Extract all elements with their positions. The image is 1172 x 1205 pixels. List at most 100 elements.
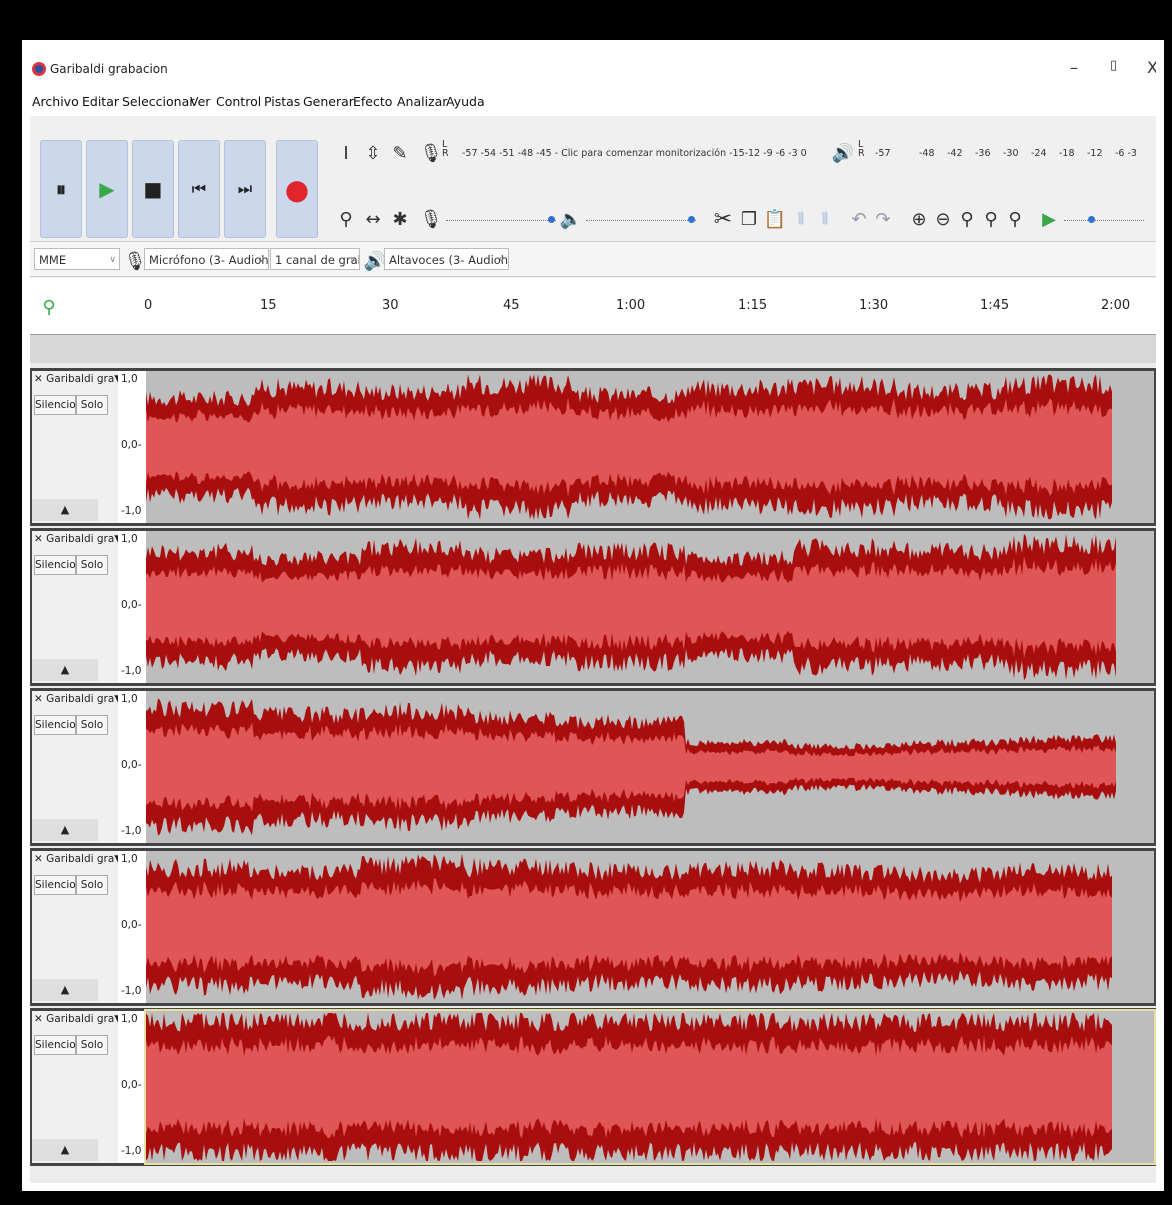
stop-button[interactable]: ■ <box>132 140 174 238</box>
solo-button[interactable]: Solo <box>76 1035 108 1055</box>
menu-seleccionar[interactable]: Seleccionar <box>122 94 194 109</box>
skip-to-start-button[interactable]: ⏮ <box>178 140 220 238</box>
close-track-icon[interactable]: ✕ <box>34 693 46 705</box>
menu-pistas[interactable]: Pistas <box>264 94 300 109</box>
mute-button[interactable]: Silencio <box>34 395 76 415</box>
solo-button[interactable]: Solo <box>76 555 108 575</box>
audio-track[interactable]: ✕ Garibaldi gra▼ Silencio Solo ▲ 1,0 0,0- -1,0 <box>30 688 1156 846</box>
playback-meter[interactable]: -57 -48 -42 -36 -30 -24 -18 -12 -6 -3 <box>875 148 1150 162</box>
track-name-menu[interactable]: ✕ Garibaldi gra▼ <box>34 853 122 865</box>
undo-icon[interactable]: ↶ <box>846 204 872 234</box>
output-device-select[interactable]: Altavoces (3- Audiohu ∨ <box>384 248 509 270</box>
menu-control[interactable]: Control <box>216 94 261 109</box>
track-name-menu[interactable]: ✕ Garibaldi gra▼ <box>34 533 122 545</box>
track-control-panel[interactable]: ✕ Garibaldi gra▼ Silencio Solo ▲ <box>32 851 122 1003</box>
input-volume-knob[interactable] <box>548 216 555 223</box>
close-track-icon[interactable]: ✕ <box>34 373 46 385</box>
window-title: Garibaldi grabacion <box>50 62 168 76</box>
menu-efecto[interactable]: Efecto <box>353 94 392 109</box>
menu-generar[interactable]: Generar <box>303 94 354 109</box>
silence-icon[interactable]: ⫼ <box>812 204 838 234</box>
audio-track[interactable]: ✕ Garibaldi gra▼ Silencio Solo ▲ 1,0 0,0- -1,0 <box>30 848 1156 1006</box>
audio-track[interactable]: ✕ Garibaldi gra▼ Silencio Solo ▲ 1,0 0,0- -1,0 <box>30 368 1156 526</box>
close-track-icon[interactable]: ✕ <box>34 1013 46 1025</box>
mute-button[interactable]: Silencio <box>34 715 76 735</box>
pause-button[interactable]: ⏸ <box>40 140 82 238</box>
zoom-out-icon[interactable]: ⊖ <box>930 204 956 234</box>
collapse-track-button[interactable]: ▲ <box>32 659 98 681</box>
mute-button[interactable]: Silencio <box>34 555 76 575</box>
cut-icon[interactable]: ✂ <box>710 204 736 234</box>
track-name-menu[interactable]: ✕ Garibaldi gra▼ <box>34 373 122 385</box>
zoom-tool-icon[interactable]: ⚲ <box>333 204 359 234</box>
waveform[interactable] <box>146 371 1154 523</box>
paste-icon[interactable]: 📋 <box>762 204 788 234</box>
output-volume-knob[interactable] <box>688 216 695 223</box>
play-speed-slider[interactable] <box>1064 220 1144 222</box>
close-track-icon[interactable]: ✕ <box>34 853 46 865</box>
input-device-select[interactable]: Micrófono (3- Audiohu ∨ <box>144 248 269 270</box>
maximize-button[interactable]: ▯ <box>1110 58 1117 73</box>
menu-ver[interactable]: Ver <box>190 94 210 109</box>
track-control-panel[interactable]: ✕ Garibaldi gra▼ Silencio Solo ▲ <box>32 691 122 843</box>
track-name-menu[interactable]: ✕ Garibaldi gra▼ <box>34 693 122 705</box>
solo-button[interactable]: Solo <box>76 715 108 735</box>
menu-editar[interactable]: Editar <box>82 94 119 109</box>
zoom-in-icon[interactable]: ⊕ <box>906 204 932 234</box>
collapse-track-button[interactable]: ▲ <box>32 1139 98 1161</box>
close-track-icon[interactable]: ✕ <box>34 533 46 545</box>
audio-host-select[interactable]: MME ∨ <box>34 248 120 270</box>
track-name: Garibaldi gra▼ <box>46 533 123 545</box>
multi-tool-icon[interactable]: ✱ <box>387 204 413 234</box>
redo-icon[interactable]: ↷ <box>870 204 896 234</box>
audio-track[interactable]: ✕ Garibaldi gra▼ Silencio Solo ▲ 1,0 0,0- -1,0 <box>30 1008 1156 1166</box>
close-button[interactable]: X <box>1147 58 1156 77</box>
speaker-icon[interactable]: 🔊 <box>830 138 856 168</box>
track-control-panel[interactable]: ✕ Garibaldi gra▼ Silencio Solo ▲ <box>32 371 122 523</box>
scale-label: -1,0 <box>121 665 142 677</box>
draw-tool-icon[interactable]: ✎ <box>387 138 413 168</box>
output-volume-slider[interactable] <box>586 220 696 222</box>
pin-icon[interactable]: ⚲ <box>36 292 62 322</box>
audio-track[interactable]: ✕ Garibaldi gra▼ Silencio Solo ▲ 1,0 0,0- -1,0 <box>30 528 1156 686</box>
track-control-panel[interactable]: ✕ Garibaldi gra▼ Silencio Solo ▲ <box>32 531 122 683</box>
selection-tool-icon[interactable]: I <box>333 138 359 168</box>
collapse-track-button[interactable]: ▲ <box>32 819 98 841</box>
fit-project-icon[interactable]: ⚲ <box>978 204 1004 234</box>
waveform[interactable] <box>146 531 1154 683</box>
waveform[interactable] <box>146 691 1154 843</box>
mute-button[interactable]: Silencio <box>34 875 76 895</box>
solo-button[interactable]: Solo <box>76 875 108 895</box>
track-control-panel[interactable]: ✕ Garibaldi gra▼ Silencio Solo ▲ <box>32 1011 122 1163</box>
track-name-menu[interactable]: ✕ Garibaldi gra▼ <box>34 1013 122 1025</box>
zoom-toggle-icon[interactable]: ⚲ <box>1002 204 1028 234</box>
scale-label: 1,0 <box>121 693 138 705</box>
play-speed-knob[interactable] <box>1088 216 1095 223</box>
collapse-track-button[interactable]: ▲ <box>32 499 98 521</box>
waveform[interactable] <box>146 851 1154 1003</box>
ruler-label: 0 <box>144 298 153 313</box>
trim-icon[interactable]: ⫼ <box>788 204 814 234</box>
record-button[interactable]: ● <box>276 140 318 238</box>
envelope-tool-icon[interactable]: ⇳ <box>360 138 386 168</box>
menu-analizar[interactable]: Analizar <box>397 94 447 109</box>
fit-selection-icon[interactable]: ⚲ <box>954 204 980 234</box>
menu-ayuda[interactable]: Ayuda <box>446 94 485 109</box>
input-volume-slider[interactable] <box>446 220 556 222</box>
timeline-ruler[interactable]: ⚲ 0 15 30 45 1:00 1:15 1:30 1:45 2:00 <box>30 278 1156 335</box>
collapse-track-button[interactable]: ▲ <box>32 979 98 1001</box>
track-name: Garibaldi gra▼ <box>46 693 123 705</box>
record-meter[interactable]: -57 -54 -51 -48 -45 - Clic para comenzar… <box>462 148 807 159</box>
channels-select[interactable]: 1 canal de grab ∨ <box>270 248 360 270</box>
minimize-button[interactable]: – <box>1070 58 1078 77</box>
play-at-speed-icon[interactable]: ▶ <box>1036 204 1062 234</box>
mute-button[interactable]: Silencio <box>34 1035 76 1055</box>
play-button[interactable]: ▶ <box>86 140 128 238</box>
timeshift-tool-icon[interactable]: ↔ <box>360 204 386 234</box>
copy-icon[interactable]: ❐ <box>736 204 762 234</box>
waveform[interactable] <box>144 1009 1156 1165</box>
microphone-icon[interactable]: 🎙 <box>418 138 444 168</box>
solo-button[interactable]: Solo <box>76 395 108 415</box>
menu-archivo[interactable]: Archivo <box>32 94 79 109</box>
skip-to-end-button[interactable]: ⏭ <box>224 140 266 238</box>
